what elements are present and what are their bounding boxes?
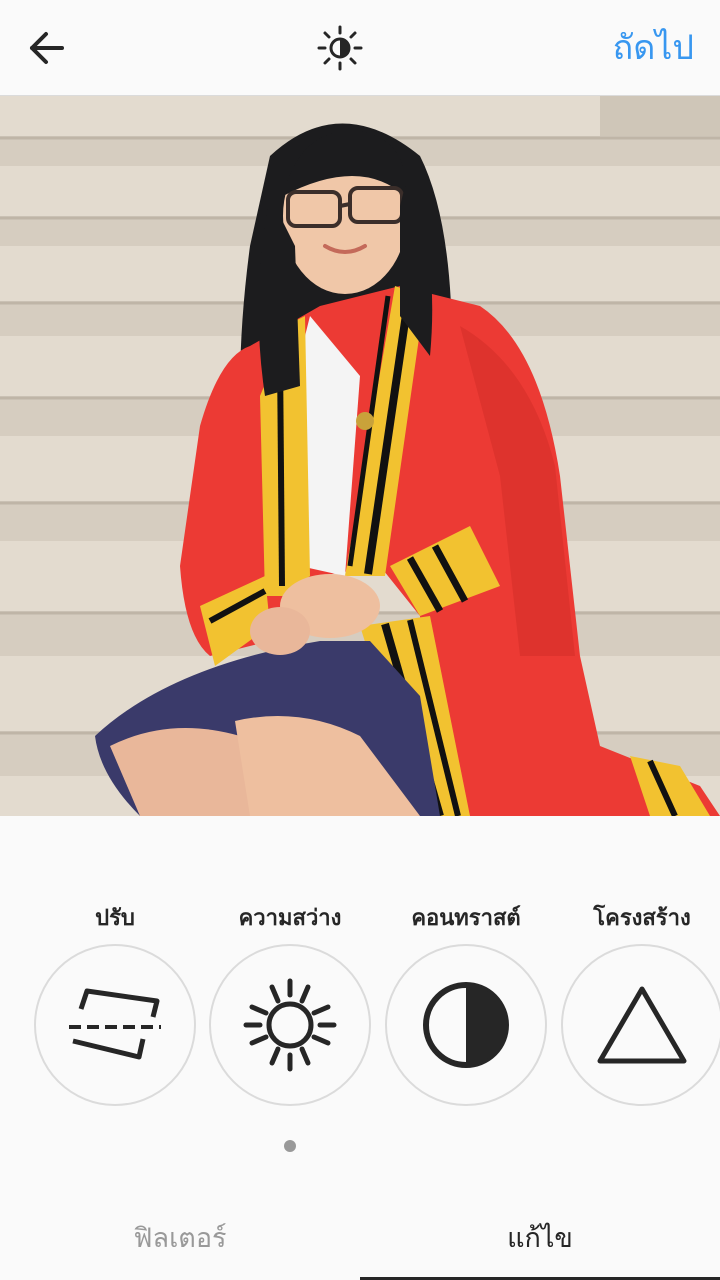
lux-sun-half-icon — [317, 25, 363, 71]
page-indicator-dot — [284, 1140, 296, 1152]
tool-contrast-circle[interactable] — [385, 944, 547, 1106]
photo-illustration — [0, 96, 720, 816]
tool-brightness[interactable]: ความสว่าง — [209, 902, 371, 1106]
adjust-straighten-icon — [69, 988, 161, 1060]
tools-panel: ปรับ ความสว่าง คอนทราสต์ โครงสร้าง — [0, 816, 720, 1206]
tab-edit[interactable]: แก้ไข — [360, 1206, 720, 1280]
tool-structure[interactable]: โครงสร้าง — [561, 902, 720, 1106]
arrow-left-icon — [30, 32, 64, 64]
tool-brightness-circle[interactable] — [209, 944, 371, 1106]
contrast-half-circle-icon — [423, 982, 509, 1068]
tool-adjust[interactable]: ปรับ — [34, 902, 196, 1106]
tab-filter[interactable]: ฟิลเตอร์ — [0, 1206, 360, 1280]
brightness-sun-icon — [243, 978, 337, 1072]
photo-preview — [0, 96, 720, 816]
bottom-tabs: ฟิลเตอร์ แก้ไข — [0, 1206, 720, 1280]
lux-button[interactable] — [316, 24, 364, 72]
tool-label: โครงสร้าง — [593, 906, 691, 931]
structure-triangle-icon — [597, 986, 687, 1064]
top-bar: ถัดไป — [0, 0, 720, 96]
tool-label: ปรับ — [95, 906, 135, 931]
tool-structure-circle[interactable] — [561, 944, 720, 1106]
next-button[interactable]: ถัดไป — [613, 24, 694, 72]
tool-adjust-circle[interactable] — [34, 944, 196, 1106]
tool-label: ความสว่าง — [238, 906, 342, 931]
tool-contrast[interactable]: คอนทราสต์ — [385, 902, 547, 1106]
back-button[interactable] — [24, 26, 68, 70]
tool-label: คอนทราสต์ — [411, 906, 521, 931]
